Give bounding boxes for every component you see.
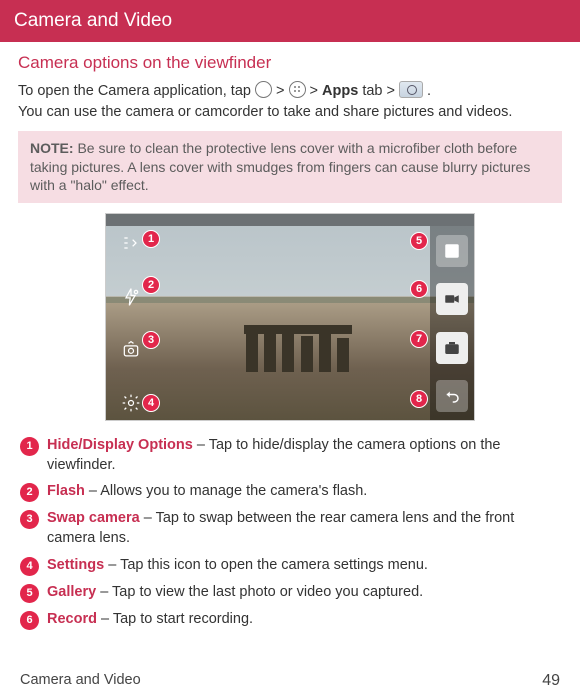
capture-photo-icon[interactable] xyxy=(436,332,468,364)
list-item: 4 Settings – Tap this icon to open the c… xyxy=(20,556,562,576)
note-label: NOTE: xyxy=(30,140,74,156)
list-item: 3 Swap camera – Tap to swap between the … xyxy=(20,509,562,548)
list-text: Settings – Tap this icon to open the cam… xyxy=(47,556,562,576)
intro-tab-gt: tab > xyxy=(362,83,399,99)
page-header: Camera and Video xyxy=(0,0,580,42)
callout-badge-1: 1 xyxy=(142,230,160,248)
callout-badge-2: 2 xyxy=(142,276,160,294)
intro-gt-1: > xyxy=(276,83,289,99)
list-text: Swap camera – Tap to swap between the re… xyxy=(47,509,562,548)
scene-stone xyxy=(301,336,313,372)
list-text: Hide/Display Options – Tap to hide/displ… xyxy=(47,436,562,475)
left-controls xyxy=(116,232,146,414)
apps-grid-icon xyxy=(289,81,306,98)
apps-tab-label: Apps xyxy=(322,83,358,99)
list-bullet-5: 5 xyxy=(20,584,39,603)
list-text: Gallery – Tap to view the last photo or … xyxy=(47,583,562,603)
scene-stone xyxy=(319,332,331,372)
viewfinder-figure: 1 2 3 4 5 6 7 8 xyxy=(18,213,562,426)
intro-gt-2: > xyxy=(310,83,323,99)
list-term: Flash xyxy=(47,483,85,499)
back-return-icon[interactable] xyxy=(436,380,468,412)
list-item: 5 Gallery – Tap to view the last photo o… xyxy=(20,583,562,603)
list-desc: – Tap to view the last photo or video yo… xyxy=(96,584,423,600)
gallery-thumb-icon[interactable] xyxy=(436,235,468,267)
status-bar xyxy=(106,214,474,226)
list-desc: – Tap this icon to open the camera setti… xyxy=(104,557,428,573)
list-bullet-3: 3 xyxy=(20,510,39,529)
callout-badge-4: 4 xyxy=(142,394,160,412)
list-term: Hide/Display Options xyxy=(47,437,193,453)
callout-badge-8: 8 xyxy=(410,390,428,408)
hide-options-icon[interactable] xyxy=(120,232,142,254)
callout-badge-5: 5 xyxy=(410,232,428,250)
camera-viewfinder: 1 2 3 4 5 6 7 8 xyxy=(105,213,475,421)
options-list: 1 Hide/Display Options – Tap to hide/dis… xyxy=(18,436,562,629)
intro-line-2: You can use the camera or camcorder to t… xyxy=(18,103,562,123)
list-bullet-4: 4 xyxy=(20,557,39,576)
list-bullet-6: 6 xyxy=(20,611,39,630)
swap-camera-icon[interactable] xyxy=(120,339,142,361)
list-term: Settings xyxy=(47,557,104,573)
list-item: 2 Flash – Allows you to manage the camer… xyxy=(20,482,562,502)
callout-badge-3: 3 xyxy=(142,331,160,349)
list-term: Swap camera xyxy=(47,510,140,526)
intro-period: . xyxy=(427,83,431,99)
list-desc: – Allows you to manage the camera's flas… xyxy=(85,483,367,499)
list-text: Record – Tap to start recording. xyxy=(47,610,562,630)
camera-app-icon xyxy=(399,81,423,98)
section-subtitle: Camera options on the viewfinder xyxy=(18,52,562,75)
scene-lintel xyxy=(244,325,352,334)
page-footer: Camera and Video 49 xyxy=(0,670,580,692)
page-header-title: Camera and Video xyxy=(14,10,172,31)
list-bullet-1: 1 xyxy=(20,437,39,456)
callout-badge-7: 7 xyxy=(410,330,428,348)
list-term: Record xyxy=(47,611,97,627)
settings-gear-icon[interactable] xyxy=(120,392,142,414)
scene-stone xyxy=(264,334,276,372)
list-term: Gallery xyxy=(47,584,96,600)
list-item: 6 Record – Tap to start recording. xyxy=(20,610,562,630)
home-circle-icon xyxy=(255,81,272,98)
list-desc: – Tap to start recording. xyxy=(97,611,253,627)
scene-stone xyxy=(282,330,294,372)
scene-stone xyxy=(246,332,258,372)
intro-text-a: To open the Camera application, tap xyxy=(18,83,255,99)
right-controls xyxy=(430,226,474,420)
list-item: 1 Hide/Display Options – Tap to hide/dis… xyxy=(20,436,562,475)
page-number: 49 xyxy=(542,670,560,692)
note-box: NOTE: Be sure to clean the protective le… xyxy=(18,131,562,204)
scene-stone xyxy=(337,338,349,372)
intro-line-1: To open the Camera application, tap > > … xyxy=(18,81,562,102)
list-text: Flash – Allows you to manage the camera'… xyxy=(47,482,562,502)
page-content: Camera options on the viewfinder To open… xyxy=(0,42,580,630)
note-text: Be sure to clean the protective lens cov… xyxy=(30,140,530,194)
callout-badge-6: 6 xyxy=(410,280,428,298)
record-video-icon[interactable] xyxy=(436,283,468,315)
list-bullet-2: 2 xyxy=(20,483,39,502)
footer-left: Camera and Video xyxy=(20,671,141,691)
flash-icon[interactable] xyxy=(120,286,142,308)
